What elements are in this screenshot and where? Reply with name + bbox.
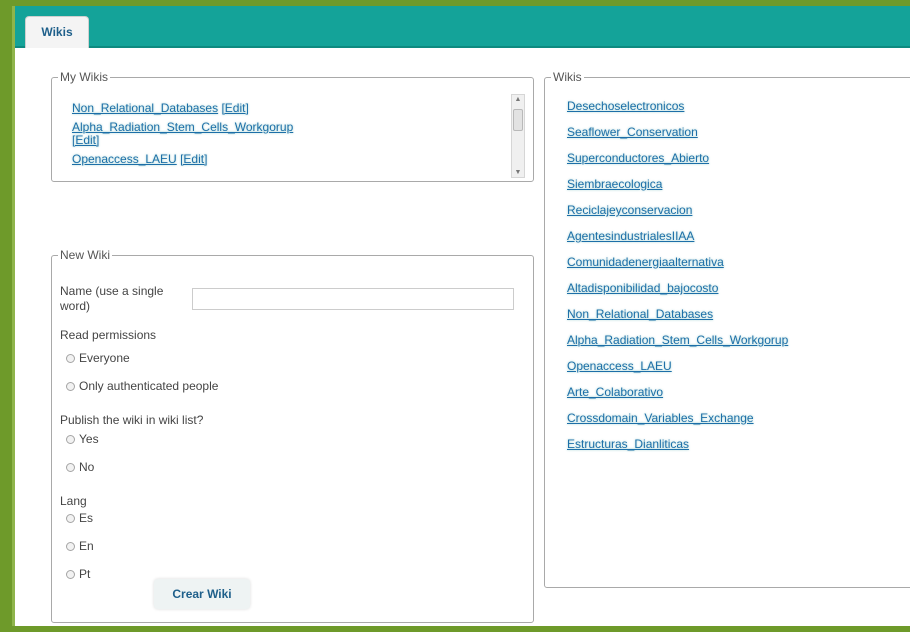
- radio-everyone[interactable]: Everyone: [60, 351, 520, 365]
- list-item: AgentesindustrialesIIAA: [567, 230, 897, 256]
- wiki-link[interactable]: Superconductores_Abierto: [567, 151, 709, 165]
- radio-label: Es: [79, 511, 94, 525]
- radio-circle-icon[interactable]: [66, 434, 75, 444]
- list-item: Non_Relational_Databases: [567, 308, 897, 334]
- list-item: Comunidadenergiaalternativa: [567, 256, 897, 282]
- radio-circle-icon[interactable]: [66, 541, 75, 551]
- wiki-link[interactable]: Desechoselectronicos: [567, 99, 684, 113]
- list-item: Estructuras_Dianliticas: [567, 438, 897, 464]
- radio-yes[interactable]: Yes: [60, 432, 520, 446]
- tab-wikis[interactable]: Wikis: [25, 16, 89, 48]
- radio-label: Everyone: [79, 351, 130, 365]
- wiki-link[interactable]: Arte_Colaborativo: [567, 385, 663, 399]
- wiki-link[interactable]: Estructuras_Dianliticas: [567, 437, 689, 451]
- wiki-link[interactable]: Openaccess_LAEU: [567, 359, 672, 373]
- wiki-link[interactable]: Siembraecologica: [567, 177, 662, 191]
- wiki-link[interactable]: Alpha_Radiation_Stem_Cells_Workgorup: [567, 333, 788, 347]
- list-item: Desechoselectronicos: [567, 100, 897, 126]
- scroll-up-icon[interactable]: ▲: [512, 96, 524, 103]
- list-item: Non_Relational_Databases [Edit]: [72, 102, 502, 115]
- lang-label: Lang: [60, 494, 87, 508]
- scroll-thumb[interactable]: [513, 109, 523, 131]
- edit-link[interactable]: [Edit]: [221, 101, 248, 115]
- list-item: Siembraecologica: [567, 178, 897, 204]
- my-wikis-legend: My Wikis: [60, 70, 108, 84]
- radio-pt[interactable]: Pt: [60, 567, 520, 581]
- radio-circle-icon[interactable]: [66, 381, 75, 391]
- name-label: Name (use a single word): [60, 284, 164, 313]
- list-item: Alpha_Radiation_Stem_Cells_Workgorup [Ed…: [72, 121, 502, 147]
- wiki-link[interactable]: Seaflower_Conservation: [567, 125, 698, 139]
- publish-label: Publish the wiki in wiki list?: [60, 413, 204, 427]
- new-wiki-legend: New Wiki: [60, 248, 110, 262]
- wikis-list: Desechoselectronicos Seaflower_Conservati…: [567, 100, 897, 464]
- list-item: Arte_Colaborativo: [567, 386, 897, 412]
- list-item: Seaflower_Conservation: [567, 126, 897, 152]
- wiki-link[interactable]: Crossdomain_Variables_Exchange: [567, 411, 754, 425]
- main-content: My Wikis Non_Relational_Databases [Edit]…: [15, 48, 910, 626]
- list-item: Reciclajeyconservacion: [567, 204, 897, 230]
- list-item: Crossdomain_Variables_Exchange: [567, 412, 897, 438]
- radio-circle-icon[interactable]: [66, 353, 75, 363]
- list-item: Openaccess_LAEU: [567, 360, 897, 386]
- wiki-link[interactable]: Altadisponibilidad_bajocosto: [567, 281, 718, 295]
- my-wiki-link[interactable]: Non_Relational_Databases: [72, 101, 218, 115]
- my-wiki-link[interactable]: Alpha_Radiation_Stem_Cells_Workgorup: [72, 120, 293, 134]
- app-window: Wikis My Wikis Non_Relational_Databases …: [12, 6, 910, 626]
- wiki-link[interactable]: Reciclajeyconservacion: [567, 203, 692, 217]
- radio-en[interactable]: En: [60, 539, 520, 553]
- radio-label: Pt: [79, 567, 91, 581]
- wiki-link[interactable]: Non_Relational_Databases: [567, 307, 713, 321]
- list-item: Alpha_Radiation_Stem_Cells_Workgorup: [567, 334, 897, 360]
- my-wikis-scrollbar[interactable]: ▲ ▼: [511, 94, 525, 178]
- list-item: Openaccess_LAEU [Edit]: [72, 153, 502, 166]
- radio-label: Only authenticated people: [79, 379, 219, 393]
- radio-circle-icon[interactable]: [66, 569, 75, 579]
- radio-circle-icon[interactable]: [66, 513, 75, 523]
- new-wiki-form: New Wiki Name (use a single word) Read p…: [51, 248, 534, 623]
- wiki-link[interactable]: Comunidadenergiaalternativa: [567, 255, 724, 269]
- tab-bar: Wikis: [15, 6, 910, 48]
- wiki-name-input[interactable]: [192, 288, 514, 310]
- edit-link[interactable]: [Edit]: [180, 152, 207, 166]
- my-wikis-panel: My Wikis Non_Relational_Databases [Edit]…: [51, 70, 534, 182]
- my-wikis-list: Non_Relational_Databases [Edit] Alpha_Ra…: [72, 102, 502, 172]
- list-item: Altadisponibilidad_bajocosto: [567, 282, 897, 308]
- radio-label: Yes: [79, 432, 99, 446]
- wiki-link[interactable]: AgentesindustrialesIIAA: [567, 229, 694, 243]
- wikis-panel: Wikis Desechoselectronicos Seaflower_Cons…: [544, 70, 910, 588]
- create-wiki-button[interactable]: Crear Wiki: [154, 579, 250, 609]
- radio-authenticated[interactable]: Only authenticated people: [60, 379, 520, 393]
- read-permissions-label: Read permissions: [60, 328, 157, 342]
- my-wiki-link[interactable]: Openaccess_LAEU: [72, 152, 177, 166]
- radio-circle-icon[interactable]: [66, 462, 75, 472]
- list-item: Superconductores_Abierto: [567, 152, 897, 178]
- radio-es[interactable]: Es: [60, 511, 520, 525]
- radio-label: No: [79, 460, 95, 474]
- radio-label: En: [79, 539, 94, 553]
- wikis-legend: Wikis: [553, 70, 582, 84]
- radio-no[interactable]: No: [60, 460, 520, 474]
- edit-link[interactable]: [Edit]: [72, 133, 99, 147]
- scroll-down-icon[interactable]: ▼: [512, 169, 524, 176]
